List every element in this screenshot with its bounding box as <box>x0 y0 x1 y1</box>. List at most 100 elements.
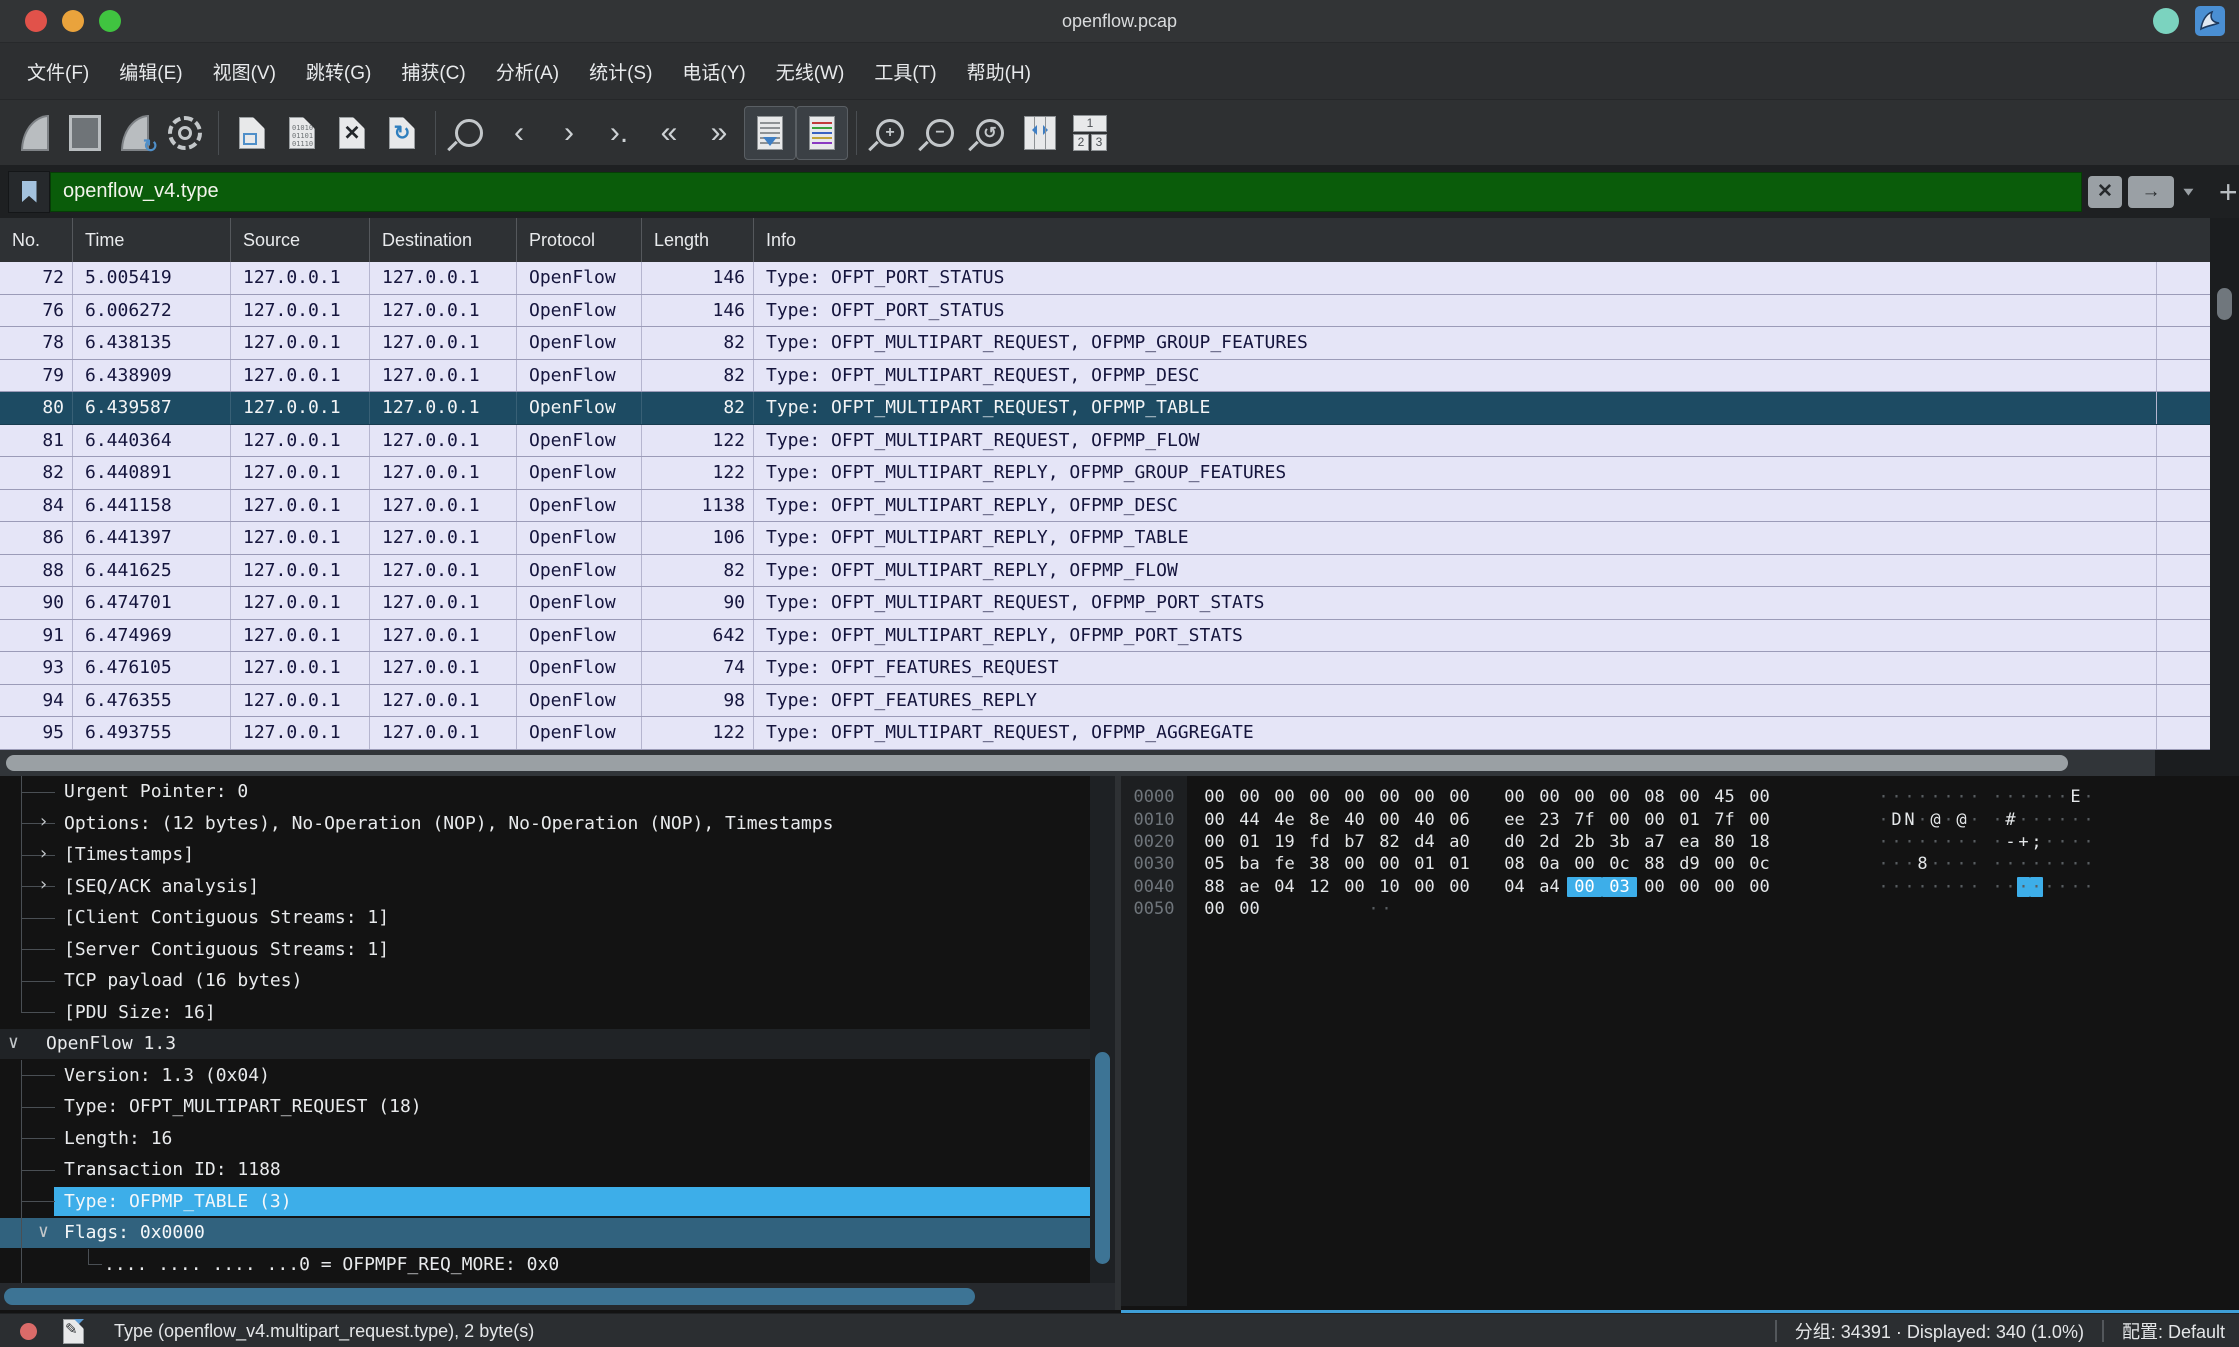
hex-byte[interactable]: 00 <box>1707 877 1742 897</box>
hex-byte[interactable]: 01 <box>1672 810 1707 830</box>
packet-row[interactable]: 936.476105127.0.0.1127.0.0.1OpenFlow74Ty… <box>0 652 2210 685</box>
hex-line[interactable]: 000000000000000000000000000008004500····… <box>1121 786 2239 808</box>
hex-byte[interactable]: 88 <box>1637 854 1672 874</box>
packet-row[interactable]: 826.440891127.0.0.1127.0.0.1OpenFlow122T… <box>0 457 2210 490</box>
column-header-no[interactable]: No. <box>0 218 73 262</box>
tree-item[interactable]: TCP payload (16 bytes) <box>0 965 1090 997</box>
column-header-info[interactable]: Info <box>754 218 2210 262</box>
tree-item[interactable]: .... .... .... ...0 = OFPMPF_REQ_MORE: 0… <box>0 1249 1090 1281</box>
packet-row[interactable]: 806.439587127.0.0.1127.0.0.1OpenFlow82Ty… <box>0 392 2210 425</box>
tree-item[interactable]: Version: 1.3 (0x04) <box>0 1060 1090 1092</box>
hex-byte[interactable]: 01 <box>1407 854 1442 874</box>
hex-byte[interactable]: 18 <box>1742 832 1777 852</box>
packet-list-hscrollbar-thumb[interactable] <box>6 755 2068 771</box>
find-packet-button[interactable] <box>444 107 494 159</box>
hex-byte[interactable]: 40 <box>1337 810 1372 830</box>
hex-byte[interactable]: 04 <box>1497 877 1532 897</box>
hex-byte[interactable]: 00 <box>1267 787 1302 807</box>
menu-item[interactable]: 捕获(C) <box>388 52 478 91</box>
hex-byte[interactable]: 08 <box>1497 854 1532 874</box>
stop-capture-button[interactable] <box>60 107 110 159</box>
hex-byte[interactable]: 82 <box>1372 832 1407 852</box>
hex-byte[interactable]: 00 <box>1197 810 1232 830</box>
hex-byte[interactable]: 00 <box>1337 854 1372 874</box>
menu-item[interactable]: 帮助(H) <box>954 52 1044 91</box>
start-capture-button[interactable] <box>10 107 60 159</box>
hex-byte[interactable]: 00 <box>1637 877 1672 897</box>
auto-scroll-toggle[interactable] <box>744 106 796 160</box>
hex-byte[interactable]: 00 <box>1532 787 1567 807</box>
hex-byte[interactable]: 00 <box>1672 877 1707 897</box>
tree-item[interactable]: Type: OFPT_MULTIPART_REQUEST (18) <box>0 1091 1090 1123</box>
hex-byte[interactable]: 00 <box>1372 787 1407 807</box>
hex-byte[interactable]: 00 <box>1602 787 1637 807</box>
hex-byte[interactable]: fd <box>1302 832 1337 852</box>
packet-row[interactable]: 956.493755127.0.0.1127.0.0.1OpenFlow122T… <box>0 717 2210 750</box>
tree-item[interactable]: [PDU Size: 16] <box>0 997 1090 1029</box>
apply-filter-button[interactable]: → <box>2128 176 2174 208</box>
filter-bookmark-button[interactable] <box>8 171 50 213</box>
packet-row[interactable]: 946.476355127.0.0.1127.0.0.1OpenFlow98Ty… <box>0 685 2210 718</box>
next-packet-button[interactable]: › <box>544 107 594 159</box>
tree-item[interactable]: Length: 16 <box>0 1123 1090 1155</box>
column-header-protocol[interactable]: Protocol <box>517 218 642 262</box>
hex-byte[interactable]: 4e <box>1267 810 1302 830</box>
menu-item[interactable]: 无线(W) <box>763 52 858 91</box>
tree-item[interactable]: Urgent Pointer: 0 <box>0 776 1090 808</box>
packet-row[interactable]: 866.441397127.0.0.1127.0.0.1OpenFlow106T… <box>0 522 2210 555</box>
hex-byte[interactable]: ee <box>1497 810 1532 830</box>
hex-byte[interactable]: 05 <box>1197 854 1232 874</box>
tree-item[interactable]: ∨OpenFlow 1.3 <box>0 1028 1090 1060</box>
hex-byte[interactable]: 12 <box>1302 877 1337 897</box>
hex-byte[interactable]: 00 <box>1707 854 1742 874</box>
hex-byte[interactable]: d0 <box>1497 832 1532 852</box>
hex-byte[interactable]: 00 <box>1742 810 1777 830</box>
tree-item[interactable]: ›[Timestamps] <box>0 839 1090 871</box>
hex-byte[interactable]: 00 <box>1407 877 1442 897</box>
hex-byte[interactable]: 00 <box>1232 899 1267 919</box>
tree-item[interactable]: [Client Contiguous Streams: 1] <box>0 902 1090 934</box>
column-header-time[interactable]: Time <box>73 218 231 262</box>
menu-item[interactable]: 统计(S) <box>576 52 665 91</box>
hex-byte[interactable]: 45 <box>1707 787 1742 807</box>
detail-tree-hscrollbar-thumb[interactable] <box>4 1288 975 1305</box>
hex-byte[interactable]: a7 <box>1637 832 1672 852</box>
previous-packet-button[interactable]: ‹ <box>494 107 544 159</box>
hex-byte[interactable]: 7f <box>1567 810 1602 830</box>
packet-row[interactable]: 796.438909127.0.0.1127.0.0.1OpenFlow82Ty… <box>0 360 2210 393</box>
hex-byte[interactable]: 03 <box>1602 877 1637 897</box>
hex-byte[interactable]: 00 <box>1232 787 1267 807</box>
column-header-length[interactable]: Length <box>642 218 754 262</box>
open-file-button[interactable] <box>227 107 277 159</box>
close-file-button[interactable]: ✕ <box>327 107 377 159</box>
profile-text[interactable]: 配置: Default <box>2122 1318 2225 1344</box>
expert-info-icon[interactable] <box>20 1323 37 1340</box>
hex-byte[interactable]: 00 <box>1442 877 1477 897</box>
menu-item[interactable]: 跳转(G) <box>293 52 384 91</box>
save-file-button[interactable]: 01010 01101 01110 <box>277 107 327 159</box>
hex-byte[interactable]: 0a <box>1532 854 1567 874</box>
packet-row[interactable]: 846.441158127.0.0.1127.0.0.1OpenFlow1138… <box>0 490 2210 523</box>
reload-file-button[interactable]: ↻ <box>377 107 427 159</box>
packet-row[interactable]: 816.440364127.0.0.1127.0.0.1OpenFlow122T… <box>0 425 2210 458</box>
tree-item[interactable]: Transaction ID: 1188 <box>0 1154 1090 1186</box>
clear-filter-button[interactable]: ✕ <box>2088 176 2122 208</box>
hex-byte[interactable]: 00 <box>1442 787 1477 807</box>
hex-byte[interactable]: 00 <box>1197 832 1232 852</box>
packet-row[interactable]: 766.006272127.0.0.1127.0.0.1OpenFlow146T… <box>0 295 2210 328</box>
menu-item[interactable]: 编辑(E) <box>106 52 195 91</box>
menu-item[interactable]: 文件(F) <box>14 52 102 91</box>
detail-tree-vscrollbar-thumb[interactable] <box>1095 1052 1110 1264</box>
hex-byte[interactable]: 19 <box>1267 832 1302 852</box>
tree-item[interactable]: Type: OFPMP_TABLE (3) <box>0 1186 1090 1218</box>
hex-line[interactable]: 003005bafe3800000101080a000c88d9000c···8… <box>1121 853 2239 875</box>
hex-byte[interactable]: 06 <box>1442 810 1477 830</box>
column-header-source[interactable]: Source <box>231 218 370 262</box>
hex-byte[interactable]: 00 <box>1407 787 1442 807</box>
packet-row[interactable]: 916.474969127.0.0.1127.0.0.1OpenFlow642T… <box>0 620 2210 653</box>
display-filter-input[interactable]: openflow_v4.type <box>50 172 2082 212</box>
hex-byte[interactable]: 3b <box>1602 832 1637 852</box>
hex-line[interactable]: 0020000119fdb782d4a0d02d2b3ba7ea8018····… <box>1121 831 2239 853</box>
hex-byte[interactable]: b7 <box>1337 832 1372 852</box>
packet-row[interactable]: 786.438135127.0.0.1127.0.0.1OpenFlow82Ty… <box>0 327 2210 360</box>
